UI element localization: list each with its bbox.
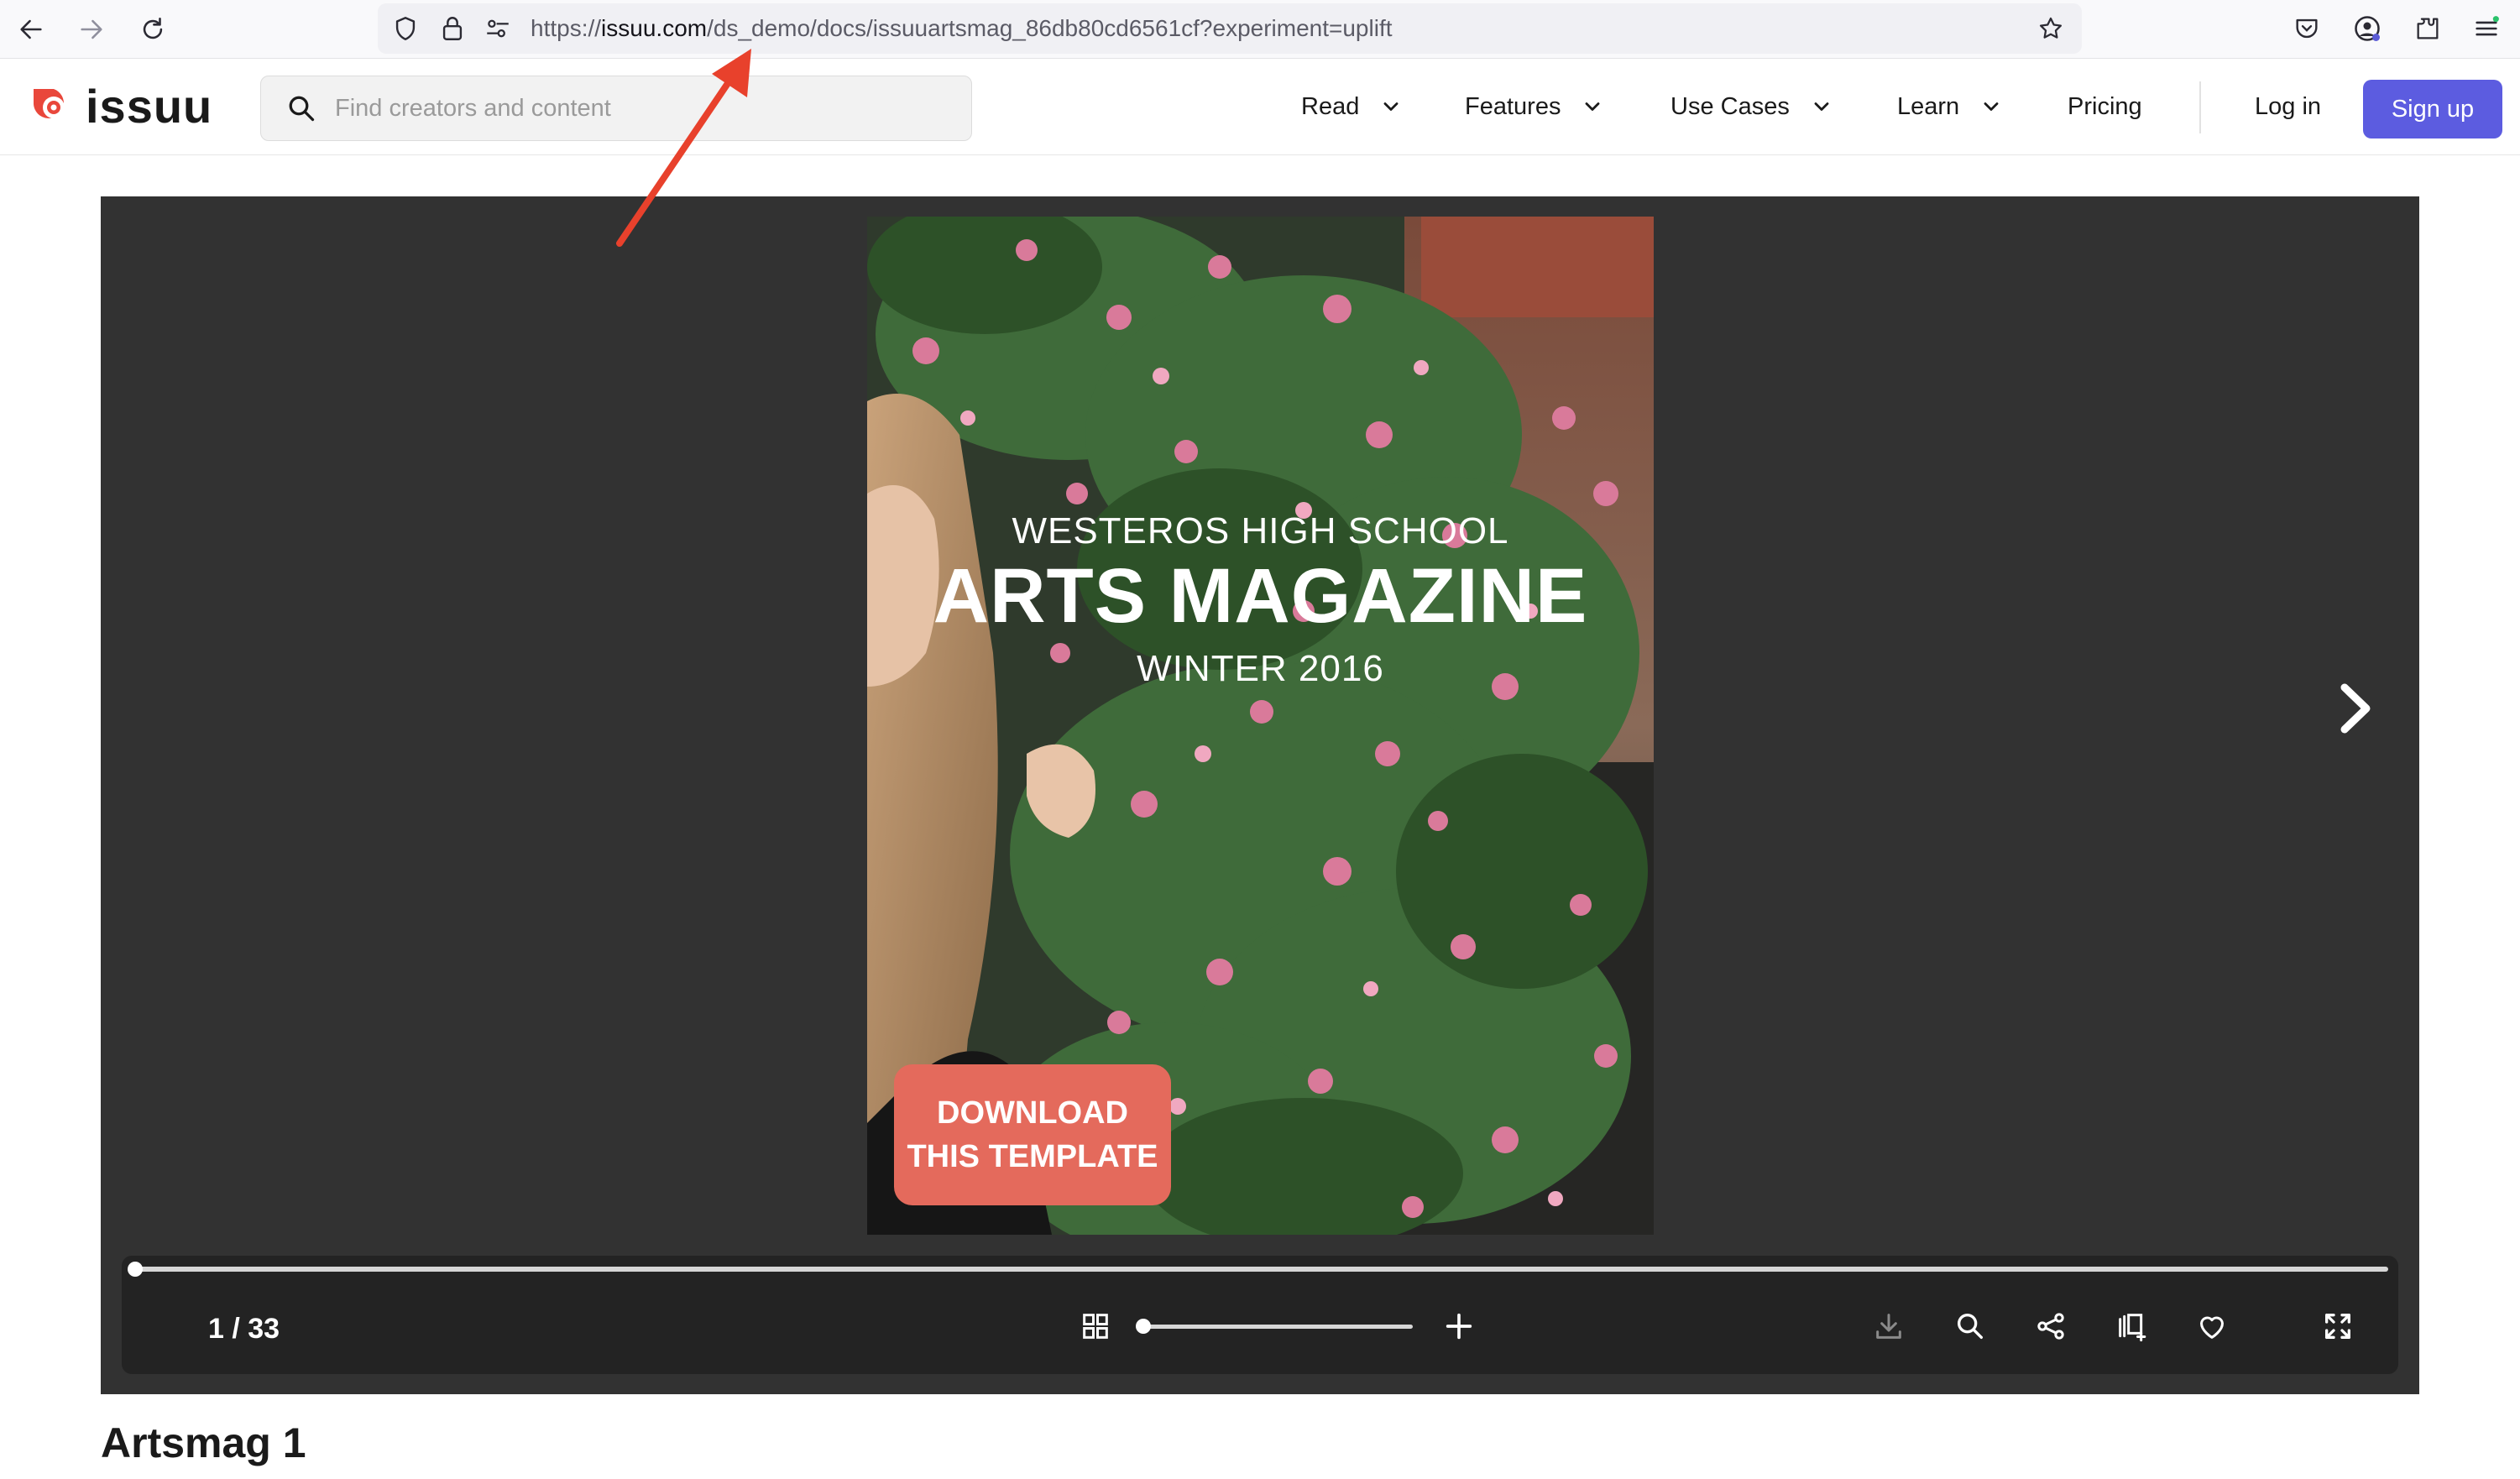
- signup-label: Sign up: [2391, 95, 2475, 123]
- share-icon: [2037, 1313, 2064, 1340]
- permissions-icon[interactable]: [484, 14, 512, 43]
- chevron-down-icon: [1814, 102, 1829, 111]
- reload-icon: [143, 17, 163, 39]
- fullscreen-button[interactable]: [2319, 1308, 2356, 1345]
- nav-divider: [2199, 81, 2201, 133]
- nav-features[interactable]: Features: [1465, 88, 1604, 125]
- fullscreen-icon: [2325, 1314, 2350, 1339]
- chevron-down-icon: [1586, 102, 1600, 111]
- zoom-slider[interactable]: [1144, 1325, 1413, 1329]
- browser-toolbar: https://issuu.com/ds_demo/docs/issuuarts…: [0, 0, 2520, 59]
- site-header: issuu Read Features Use Cases Learn Pric…: [0, 60, 2520, 155]
- extensions-button[interactable]: [2411, 12, 2444, 45]
- nav-read-label: Read: [1301, 92, 1360, 120]
- signup-button[interactable]: Sign up: [2363, 80, 2502, 138]
- share-button[interactable]: [2032, 1308, 2069, 1345]
- heart-icon: [2200, 1316, 2224, 1339]
- url-scheme: https://: [531, 15, 602, 41]
- magazine-cover-page[interactable]: WESTEROS HIGH SCHOOL ARTS MAGAZINE WINTE…: [867, 217, 1654, 1235]
- nav-use-cases[interactable]: Use Cases: [1670, 88, 1833, 125]
- next-page-icon[interactable]: [2329, 679, 2380, 738]
- account-button[interactable]: [2350, 12, 2384, 45]
- forward-icon: [81, 19, 102, 39]
- back-button[interactable]: [10, 8, 52, 50]
- nav-use-cases-label: Use Cases: [1670, 92, 1790, 120]
- chevron-down-icon: [1984, 102, 1999, 111]
- login-link[interactable]: Log in: [2255, 88, 2321, 125]
- url-path: /ds_demo/docs/issuuartsmag_86db80cd6561c…: [707, 15, 1393, 41]
- pocket-icon: [2296, 18, 2318, 39]
- cover-subtitle: WINTER 2016: [1137, 648, 1384, 689]
- menu-button[interactable]: [2470, 12, 2503, 45]
- search-icon: [1958, 1314, 1983, 1339]
- page-counter: 1 / 33: [208, 1313, 280, 1345]
- screen: https://issuu.com/ds_demo/docs/issuuarts…: [0, 0, 2520, 1479]
- zoom-knob[interactable]: [1136, 1319, 1151, 1334]
- shield-icon[interactable]: [391, 14, 420, 43]
- nav-learn[interactable]: Learn: [1897, 88, 2003, 125]
- add-to-stack-icon: [2119, 1314, 2146, 1342]
- document-reader: WESTEROS HIGH SCHOOL ARTS MAGAZINE WINTE…: [101, 196, 2419, 1394]
- page-progress-slider[interactable]: [135, 1267, 2388, 1272]
- search-icon: [289, 96, 315, 122]
- forward-button[interactable]: [71, 8, 112, 50]
- nav-learn-label: Learn: [1897, 92, 1960, 120]
- download-template-button[interactable]: DOWNLOAD THIS TEMPLATE: [894, 1064, 1171, 1205]
- like-button[interactable]: [2193, 1308, 2230, 1345]
- document-title: Artsmag 1: [101, 1419, 306, 1466]
- logo-text: issuu: [86, 80, 213, 133]
- annotation-arrow-icon: [616, 49, 751, 247]
- page-progress-knob[interactable]: [128, 1262, 143, 1277]
- account-icon: [2355, 16, 2380, 41]
- cover-title: ARTS MAGAZINE: [933, 553, 1588, 639]
- issuu-logo[interactable]: issuu: [29, 80, 212, 133]
- download-button[interactable]: [1870, 1308, 1907, 1345]
- pocket-button[interactable]: [2290, 12, 2324, 45]
- lock-icon[interactable]: [438, 14, 467, 43]
- grid-view-button[interactable]: [1077, 1308, 1114, 1345]
- search-document-button[interactable]: [1952, 1308, 1989, 1345]
- zoom-in-button[interactable]: [1440, 1308, 1477, 1345]
- nav-pricing-label: Pricing: [2068, 92, 2142, 120]
- login-label: Log in: [2255, 92, 2322, 120]
- download-template-line2: THIS TEMPLATE: [907, 1139, 1158, 1174]
- nav-features-label: Features: [1465, 92, 1561, 120]
- back-icon: [20, 19, 42, 39]
- add-to-stack-button[interactable]: [2113, 1308, 2150, 1345]
- menu-icon: [2476, 16, 2499, 36]
- reload-button[interactable]: [132, 8, 174, 50]
- reader-controls: 1 / 33: [122, 1256, 2398, 1374]
- extensions-icon: [2417, 18, 2439, 39]
- download-icon: [1876, 1314, 1901, 1339]
- grid-icon: [1083, 1314, 1108, 1339]
- issuu-logo-icon: [34, 89, 65, 118]
- plus-icon: [1446, 1313, 1472, 1340]
- nav-pricing[interactable]: Pricing: [2068, 88, 2142, 125]
- nav-read[interactable]: Read: [1301, 88, 1403, 125]
- cover-pretitle: WESTEROS HIGH SCHOOL: [1012, 510, 1509, 551]
- chevron-down-icon: [1383, 102, 1399, 111]
- bookmark-star-icon[interactable]: [2036, 14, 2065, 43]
- download-template-line1: DOWNLOAD: [937, 1095, 1128, 1131]
